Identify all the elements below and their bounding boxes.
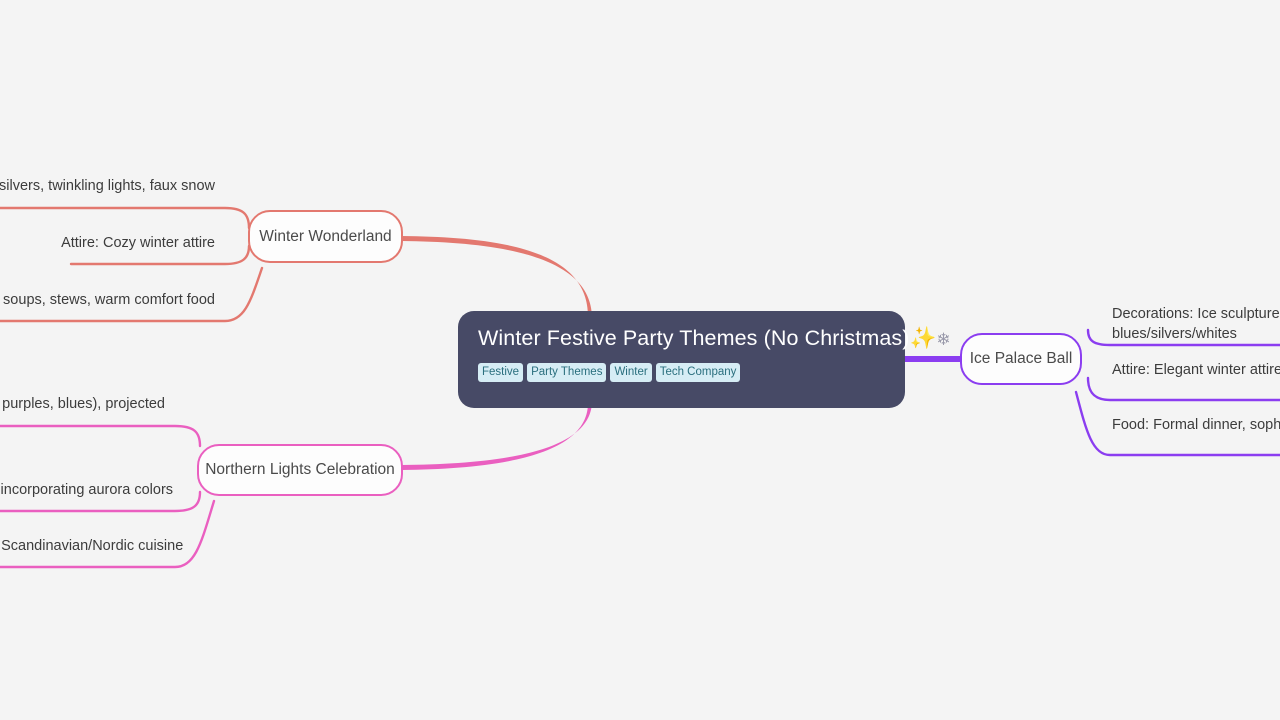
branch-label-ice-palace-ball: Ice Palace Ball bbox=[969, 350, 1073, 367]
snowflake-icon: ❄ bbox=[936, 330, 951, 349]
leaf-nl-attire[interactable]: Attire: Dark clothing incorporating auro… bbox=[0, 480, 173, 500]
branch-node-winter-wonderland[interactable]: Winter Wonderland bbox=[248, 210, 403, 263]
leaf-edge-nl-food bbox=[0, 499, 216, 569]
leaf-nl-food[interactable]: Food: Scandinavian/Nordic cuisine bbox=[0, 536, 183, 556]
leaf-edge-nl-decorations bbox=[0, 424, 202, 448]
leaf-ww-food[interactable]: Food: Hearty soups, stews, warm comfort … bbox=[0, 290, 215, 310]
leaf-ipb-food[interactable]: Food: Formal dinner, sophisticated winte… bbox=[1112, 415, 1280, 435]
branch-node-northern-lights-celebration[interactable]: Northern Lights Celebration bbox=[197, 444, 403, 496]
leaf-ipb-attire-text: Attire: Elegant winter attire bbox=[1112, 362, 1280, 378]
edge-root-to-ice-palace-ball bbox=[903, 356, 963, 362]
root-title: Winter Festive Party Themes (No Christma… bbox=[478, 325, 951, 353]
leaf-ipb-decorations[interactable]: Decorations: Ice sculptures or ice-like … bbox=[1112, 304, 1280, 344]
leaf-ww-decorations[interactable]: Decorations: Snowflakes/silvers, twinkli… bbox=[0, 176, 215, 196]
sparkles-icon: ✨ bbox=[909, 326, 937, 350]
leaf-ipb-decorations-text: Decorations: Ice sculptures or ice-like … bbox=[1112, 306, 1280, 342]
leaf-ipb-food-text: Food: Formal dinner, sophisticated winte… bbox=[1112, 417, 1280, 433]
leaf-edge-ipb-attire bbox=[1086, 376, 1280, 402]
leaf-ww-attire-text: Attire: Cozy winter attire bbox=[61, 235, 215, 251]
branch-node-ice-palace-ball[interactable]: Ice Palace Ball bbox=[960, 333, 1082, 385]
edge-root-to-winter-wonderland bbox=[402, 236, 592, 318]
leaf-ww-attire[interactable]: Attire: Cozy winter attire bbox=[0, 233, 215, 253]
root-node[interactable]: Winter Festive Party Themes (No Christma… bbox=[458, 311, 951, 408]
root-title-text: Winter Festive Party Themes (No Christma… bbox=[478, 326, 910, 350]
leaf-ipb-attire[interactable]: Attire: Elegant winter attire bbox=[1112, 360, 1280, 380]
tag-festive[interactable]: Festive bbox=[478, 363, 524, 382]
tag-winter[interactable]: Winter bbox=[610, 363, 652, 382]
branch-label-northern-lights-celebration: Northern Lights Celebration bbox=[205, 461, 395, 478]
leaf-edge-ww-decorations bbox=[0, 206, 251, 230]
tag-party-themes[interactable]: Party Themes bbox=[527, 363, 607, 382]
mindmap-canvas[interactable]: Winter Festive Party Themes (No Christma… bbox=[0, 0, 1280, 720]
leaf-nl-decorations-text: Decorations: Aurora lighting (greens, pu… bbox=[0, 396, 165, 412]
root-tag-list: Festive Party Themes Winter Tech Company bbox=[478, 363, 885, 382]
branch-label-winter-wonderland: Winter Wonderland bbox=[259, 227, 392, 245]
leaf-nl-attire-text: Attire: Dark clothing incorporating auro… bbox=[0, 482, 174, 498]
leaf-ww-food-text: Food: Hearty soups, stews, warm comfort … bbox=[0, 292, 215, 308]
leaf-nl-decorations[interactable]: Decorations: Aurora lighting (greens, pu… bbox=[0, 394, 165, 414]
leaf-ww-decorations-text: Decorations: Snowflakes/silvers, twinkli… bbox=[0, 178, 215, 194]
tag-tech-company[interactable]: Tech Company bbox=[655, 363, 741, 382]
leaf-nl-food-text: Food: Scandinavian/Nordic cuisine bbox=[0, 538, 184, 554]
edge-root-to-northern-lights bbox=[402, 401, 592, 470]
